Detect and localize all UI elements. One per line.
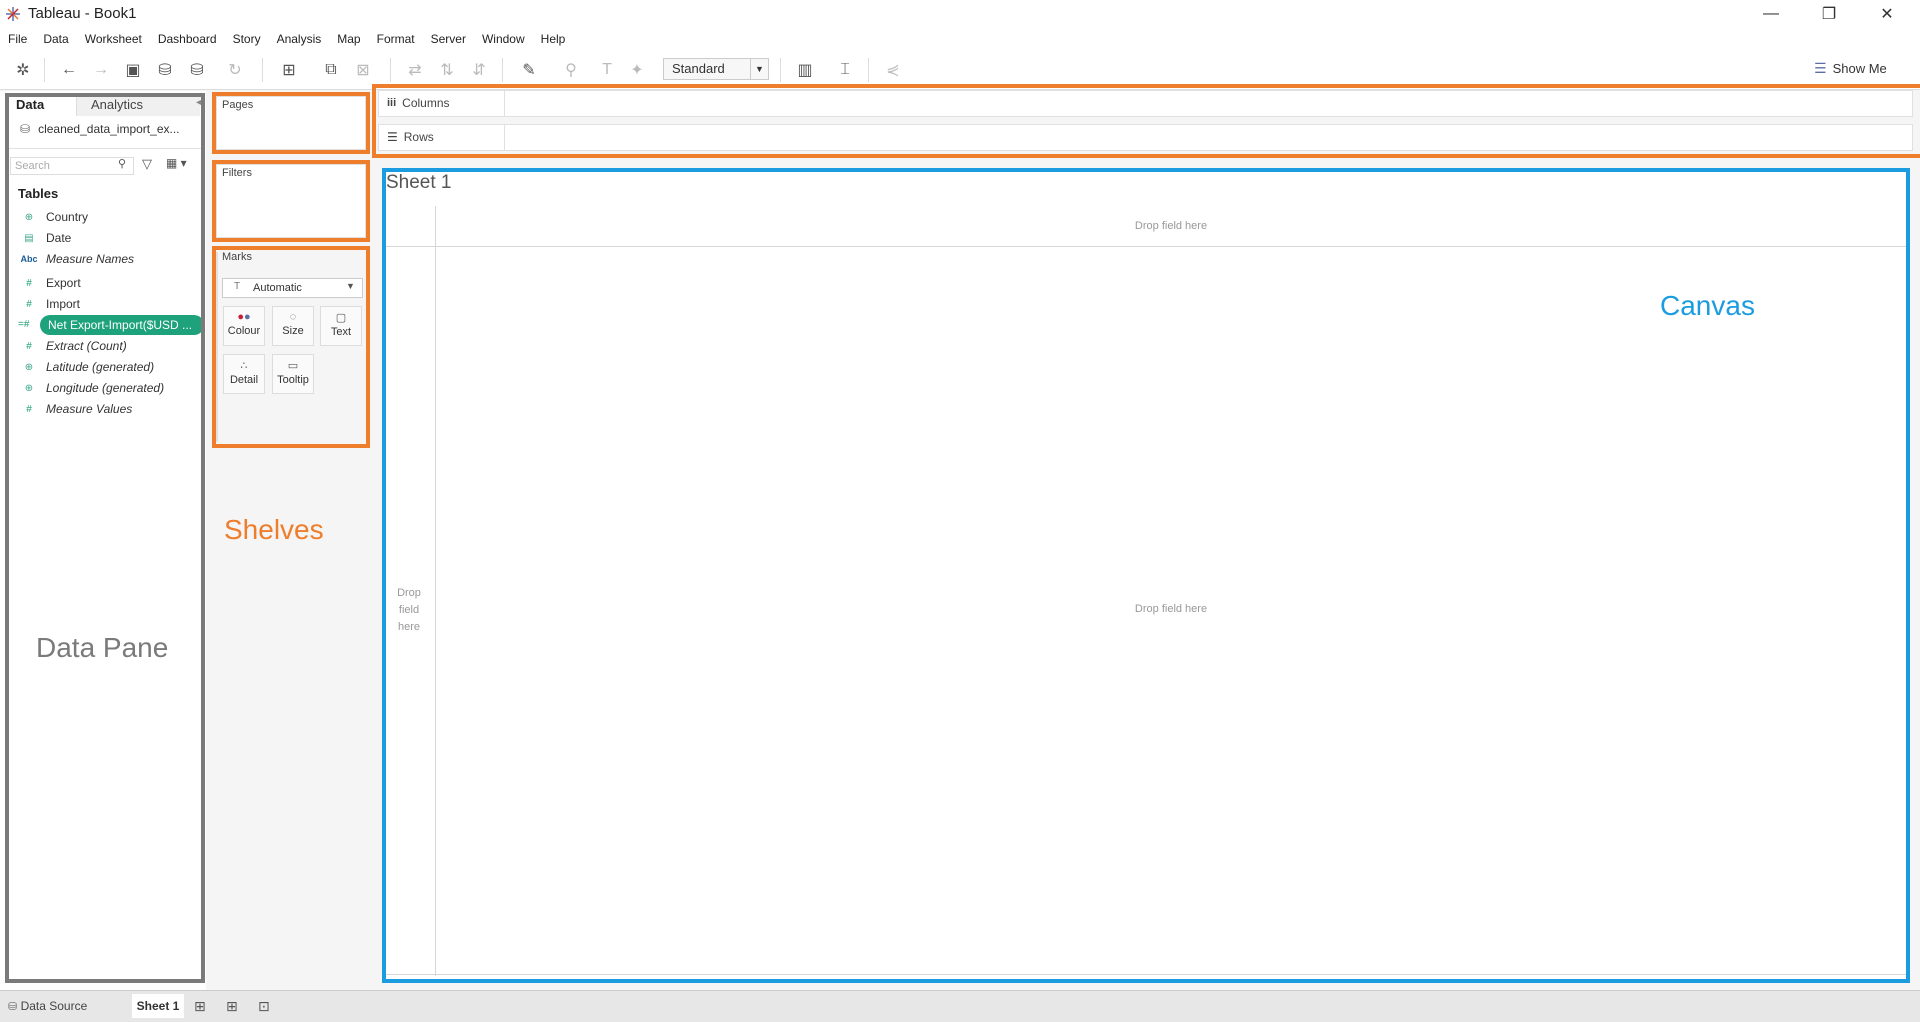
marks-annotation-box (212, 246, 370, 448)
menu-bar: File Data Worksheet Dashboard Story Anal… (0, 28, 1920, 50)
data-pane-annotation-label: Data Pane (36, 632, 169, 663)
title-bar: Tableau - Book1 — ❐ ✕ (0, 0, 1920, 28)
shelves-annotation-label: Shelves (224, 514, 324, 545)
menu-file[interactable]: File (8, 32, 27, 46)
toolbar-separator (868, 58, 869, 82)
show-me-button[interactable]: ☰ Show Me (1814, 60, 1887, 77)
menu-map[interactable]: Map (337, 32, 360, 46)
pause-updates-icon[interactable]: ⛁ (186, 60, 208, 80)
menu-worksheet[interactable]: Worksheet (85, 32, 142, 46)
chevron-down-icon: ▼ (750, 59, 768, 79)
fix-axes-icon[interactable]: ✦ (626, 60, 648, 80)
sheet-tabs-bar (0, 990, 1920, 1022)
data-pane-annotation-box (5, 93, 205, 983)
show-me-label: Show Me (1832, 61, 1887, 76)
drop-zone-view[interactable]: Drop field here (436, 603, 1906, 615)
restore-button[interactable]: ❐ (1800, 0, 1858, 28)
share-icon[interactable]: ⋞ (882, 60, 904, 80)
show-me-icon: ☰ (1814, 60, 1827, 76)
tab-data-source[interactable]: ⛁ Data Source (8, 994, 128, 1018)
swap-rows-columns-icon[interactable]: ⇄ (404, 60, 426, 80)
fit-select[interactable]: Standard ▼ (663, 58, 769, 80)
menu-story[interactable]: Story (233, 32, 261, 46)
group-members-icon[interactable]: ⚲ (560, 60, 582, 80)
sort-ascending-icon[interactable]: ⇅ (436, 60, 458, 80)
menu-server[interactable]: Server (431, 32, 466, 46)
new-worksheet-icon[interactable]: ⊞ (278, 60, 300, 80)
window-title: Tableau - Book1 (28, 5, 137, 22)
drop-zone-rows[interactable]: Drop field here (386, 585, 432, 636)
sort-descending-icon[interactable]: ⇵ (468, 60, 490, 80)
new-dashboard-icon[interactable]: ⊞ (226, 994, 246, 1018)
divider (435, 206, 1906, 207)
menu-data[interactable]: Data (43, 32, 68, 46)
divider (386, 974, 1906, 975)
toolbar-separator (262, 58, 263, 82)
clear-sheet-icon[interactable]: ⊠ (352, 60, 374, 80)
redo-icon[interactable]: → (90, 60, 112, 80)
new-data-source-icon[interactable]: ⛁ (154, 60, 176, 80)
toolbar-separator (44, 58, 45, 82)
divider (435, 206, 436, 976)
undo-icon[interactable]: ← (58, 60, 80, 80)
highlight-icon[interactable]: ✎ (518, 60, 540, 80)
menu-dashboard[interactable]: Dashboard (158, 32, 217, 46)
tableau-home-icon[interactable]: ✲ (12, 60, 34, 80)
toolbar-separator (390, 58, 391, 82)
toolbar-separator (502, 58, 503, 82)
tableau-logo-icon (5, 6, 21, 22)
menu-window[interactable]: Window (482, 32, 525, 46)
new-worksheet-icon[interactable]: ⊞ (194, 994, 214, 1018)
presentation-mode-icon[interactable]: ⌶ (834, 60, 856, 80)
sheet-title[interactable]: Sheet 1 (386, 172, 452, 194)
tab-sheet-1[interactable]: Sheet 1 (132, 994, 184, 1018)
new-story-icon[interactable]: ⊡ (258, 994, 278, 1018)
menu-help[interactable]: Help (541, 32, 566, 46)
minimize-button[interactable]: — (1742, 0, 1800, 28)
pages-annotation-box (212, 92, 370, 154)
duplicate-sheet-icon[interactable]: ⧉ (320, 60, 342, 80)
menu-format[interactable]: Format (377, 32, 415, 46)
refresh-icon[interactable]: ↻ (224, 60, 246, 80)
drop-zone-columns[interactable]: Drop field here (436, 220, 1906, 232)
divider (386, 246, 1906, 247)
show-mark-labels-icon[interactable]: T (596, 60, 618, 80)
database-icon: ⛁ (8, 1001, 18, 1013)
close-button[interactable]: ✕ (1858, 0, 1916, 28)
canvas-annotation-label: Canvas (1660, 290, 1755, 321)
columns-rows-annotation-box (372, 84, 1920, 158)
save-icon[interactable]: ▣ (122, 60, 144, 80)
menu-analysis[interactable]: Analysis (277, 32, 322, 46)
show-cards-icon[interactable]: ▥ (794, 60, 816, 80)
filters-annotation-box (212, 160, 370, 242)
fit-select-value: Standard (672, 61, 725, 76)
toolbar-separator (780, 58, 781, 82)
